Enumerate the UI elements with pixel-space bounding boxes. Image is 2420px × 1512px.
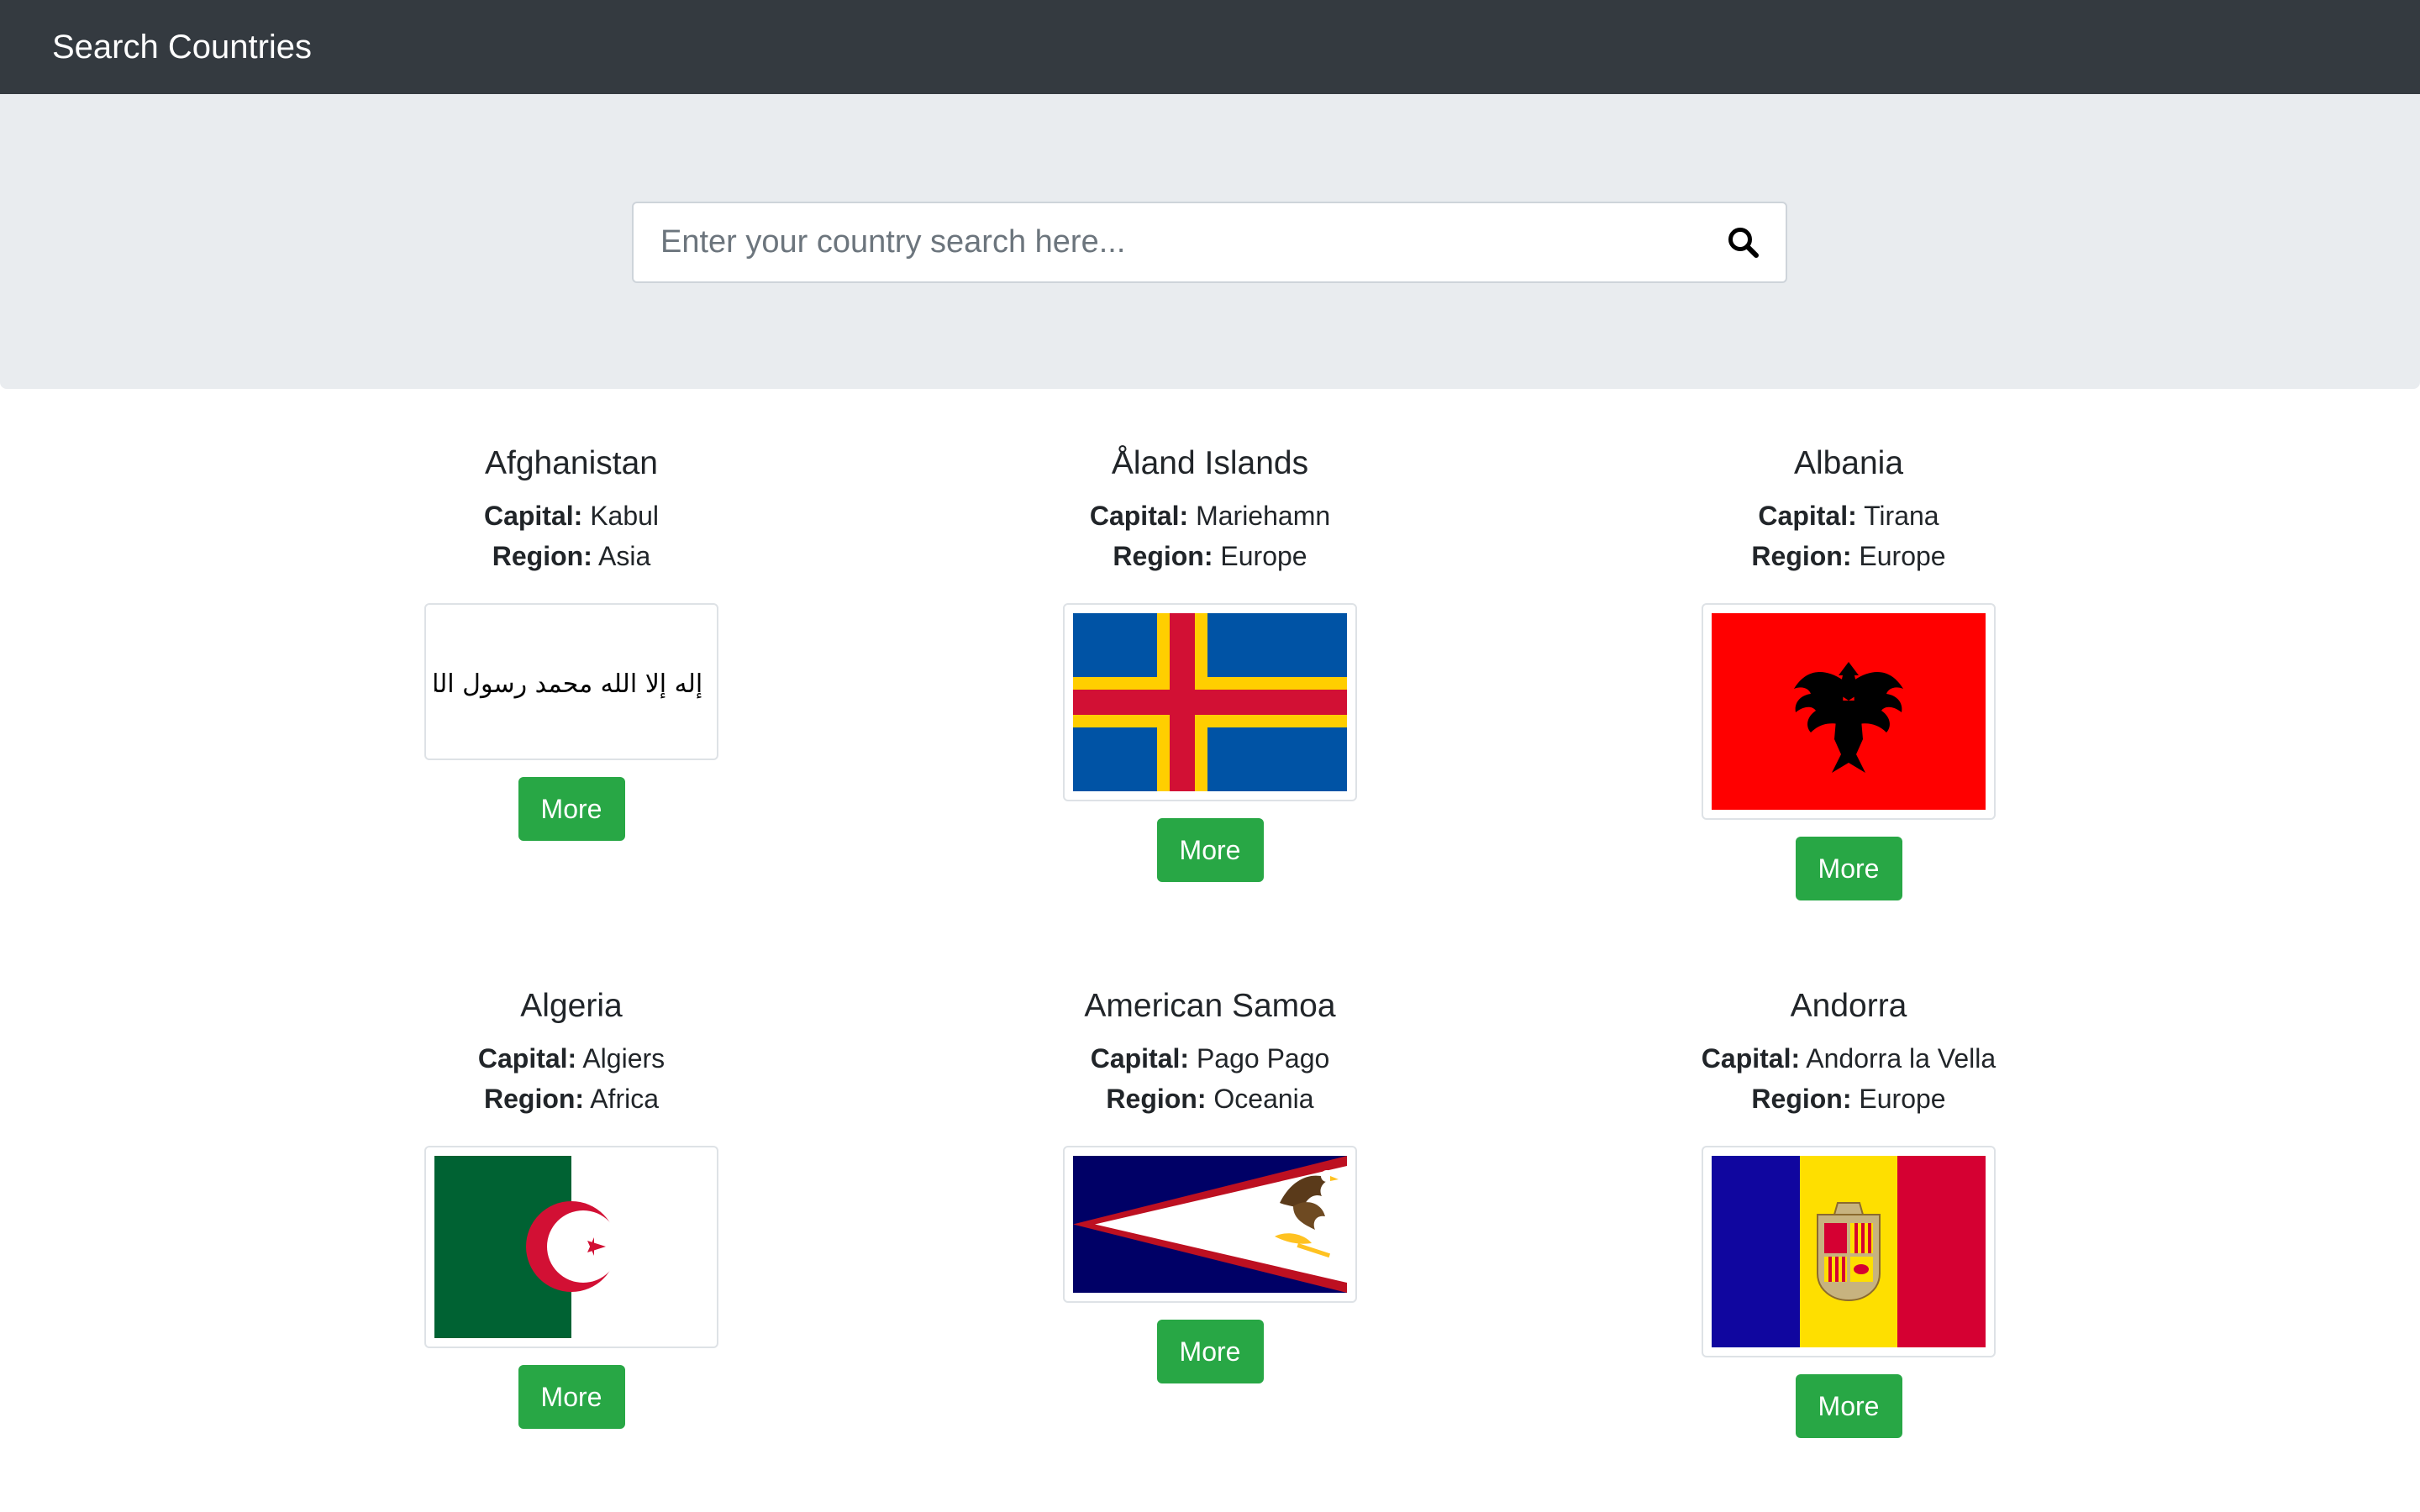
country-card: Algeria Capital: Algiers Region: Africa … bbox=[252, 979, 891, 1429]
region-label: Region: bbox=[1751, 1084, 1852, 1114]
albania-flag bbox=[1712, 613, 1986, 810]
country-card: Åland Islands Capital: Mariehamn Region:… bbox=[891, 437, 1529, 882]
flag-inscription: لا إله إلا الله محمد رسول الله bbox=[434, 669, 708, 699]
capital-value: Andorra la Vella bbox=[1806, 1043, 1996, 1074]
region-value: Asia bbox=[597, 541, 651, 571]
region-value: Africa bbox=[590, 1084, 659, 1114]
more-button[interactable]: More bbox=[518, 777, 625, 841]
flag-thumbnail bbox=[1063, 1146, 1357, 1303]
country-name: Andorra bbox=[1790, 988, 1907, 1024]
country-region: Region: Oceania bbox=[891, 1079, 1529, 1119]
capital-label: Capital: bbox=[1089, 501, 1189, 531]
more-button[interactable]: More bbox=[1156, 818, 1264, 882]
country-capital: Capital: Kabul bbox=[252, 496, 891, 536]
capital-value: Pago Pago bbox=[1196, 1043, 1330, 1074]
american-samoa-flag bbox=[1073, 1156, 1347, 1293]
country-card: Albania Capital: Tirana Region: Europe M… bbox=[1529, 437, 2168, 900]
country-region: Region: Africa bbox=[252, 1079, 891, 1119]
country-capital: Capital: Mariehamn bbox=[891, 496, 1529, 536]
region-label: Region: bbox=[1113, 541, 1213, 571]
search-icon bbox=[1728, 227, 1759, 258]
country-name: American Samoa bbox=[1084, 988, 1336, 1024]
capital-label: Capital: bbox=[1090, 1043, 1190, 1074]
region-value: Oceania bbox=[1213, 1084, 1314, 1114]
capital-value: Tirana bbox=[1864, 501, 1939, 531]
capital-label: Capital: bbox=[1758, 501, 1857, 531]
more-button[interactable]: More bbox=[518, 1365, 625, 1429]
country-capital: Capital: Pago Pago bbox=[891, 1038, 1529, 1079]
country-name: Algeria bbox=[520, 988, 623, 1024]
country-name: Albania bbox=[1793, 445, 1904, 481]
coat-of-arms bbox=[1817, 1202, 1881, 1302]
region-label: Region: bbox=[1751, 541, 1852, 571]
country-region: Region: Europe bbox=[1529, 1079, 2168, 1119]
region-value: Europe bbox=[1859, 541, 1946, 571]
country-capital: Capital: Tirana bbox=[1529, 496, 2168, 536]
country-name: Åland Islands bbox=[1111, 445, 1309, 481]
capital-label: Capital: bbox=[483, 501, 583, 531]
capital-label: Capital: bbox=[477, 1043, 577, 1074]
region-value: Europe bbox=[1220, 541, 1307, 571]
region-label: Region: bbox=[483, 1084, 585, 1114]
country-name: Afghanistan bbox=[485, 445, 658, 481]
flag-thumbnail bbox=[1702, 603, 1996, 820]
search-input[interactable] bbox=[634, 203, 1701, 281]
capital-value: Algiers bbox=[582, 1043, 666, 1074]
capital-value: Mariehamn bbox=[1196, 501, 1331, 531]
capital-value: Kabul bbox=[590, 501, 660, 531]
country-region: Region: Asia bbox=[252, 536, 891, 576]
region-label: Region: bbox=[492, 541, 592, 571]
country-region: Region: Europe bbox=[891, 536, 1529, 576]
country-capital: Capital: Andorra la Vella bbox=[1529, 1038, 2168, 1079]
flag-thumbnail bbox=[1702, 1146, 1996, 1357]
search-bar bbox=[632, 202, 1787, 283]
more-button[interactable]: More bbox=[1795, 1374, 1902, 1438]
country-region: Region: Europe bbox=[1529, 536, 2168, 576]
afghanistan-flag: لا إله إلا الله محمد رسول الله bbox=[434, 613, 708, 750]
navbar-brand[interactable]: Search Countries bbox=[52, 25, 312, 69]
aland-islands-flag bbox=[1073, 613, 1347, 791]
flag-thumbnail bbox=[1063, 603, 1357, 801]
search-button[interactable] bbox=[1702, 203, 1786, 281]
more-button[interactable]: More bbox=[1156, 1320, 1264, 1383]
country-card: Afghanistan Capital: Kabul Region: Asia … bbox=[252, 437, 891, 841]
region-label: Region: bbox=[1106, 1084, 1207, 1114]
country-card: American Samoa Capital: Pago Pago Region… bbox=[891, 979, 1529, 1383]
navbar: Search Countries bbox=[0, 0, 2420, 94]
country-capital: Capital: Algiers bbox=[252, 1038, 891, 1079]
flag-thumbnail bbox=[424, 1146, 718, 1348]
country-card: Andorra Capital: Andorra la Vella Region… bbox=[1529, 979, 2168, 1438]
capital-label: Capital: bbox=[1701, 1043, 1801, 1074]
algeria-flag bbox=[434, 1156, 708, 1338]
flag-thumbnail: لا إله إلا الله محمد رسول الله bbox=[424, 603, 718, 760]
region-value: Europe bbox=[1859, 1084, 1946, 1114]
more-button[interactable]: More bbox=[1795, 837, 1902, 900]
andorra-flag bbox=[1712, 1156, 1986, 1347]
